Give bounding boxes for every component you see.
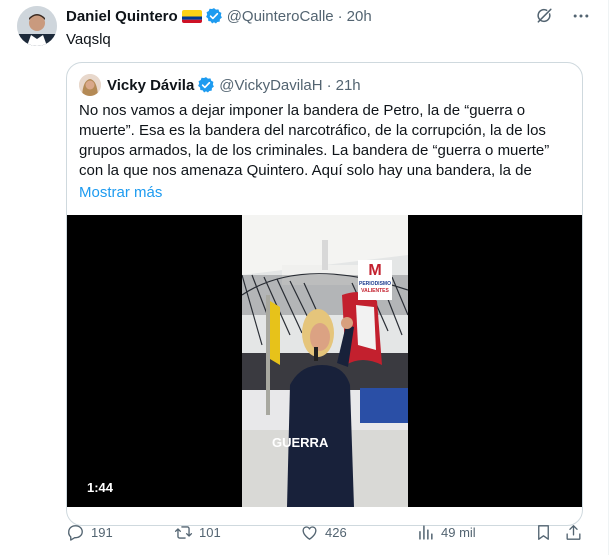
tweet[interactable]: Daniel Quintero @QuinteroCalle · 20h Vaq… xyxy=(0,0,609,555)
quote-timestamp[interactable]: 21h xyxy=(336,77,361,94)
video-duration: 1:44 xyxy=(87,480,114,495)
like-count: 426 xyxy=(325,524,347,540)
like-button[interactable]: 426 xyxy=(300,521,347,543)
author-handle[interactable]: @QuinteroCalle xyxy=(227,8,334,25)
verified-badge-icon[interactable] xyxy=(205,7,223,25)
svg-text:VALIENTES: VALIENTES xyxy=(361,288,389,294)
quote-header: Vicky Dávila @VickyDavilaH · 21h xyxy=(79,74,361,96)
retweet-icon xyxy=(174,525,193,539)
bookmark-button[interactable] xyxy=(534,521,553,543)
views-button[interactable]: 49 mil xyxy=(416,521,476,543)
quote-author-handle[interactable]: @VickyDavilaH xyxy=(219,77,322,94)
svg-text:PERIODISMO: PERIODISMO xyxy=(359,281,391,287)
quote-text: No nos vamos a dejar imponer la bandera … xyxy=(79,102,550,179)
video-thumbnail[interactable]: M PERIODISMO VALIENTES GUERRA xyxy=(242,215,408,507)
author-name[interactable]: Daniel Quintero xyxy=(66,8,178,25)
video-player[interactable]: M PERIODISMO VALIENTES GUERRA 1:44 xyxy=(67,215,582,507)
tweet-header: Daniel Quintero @QuinteroCalle · 20h xyxy=(66,6,372,26)
like-icon xyxy=(302,525,317,540)
more-icon[interactable] xyxy=(571,6,591,26)
separator-dot: · xyxy=(337,7,343,25)
author-avatar[interactable] xyxy=(17,6,57,46)
tweet-timestamp[interactable]: 20h xyxy=(347,8,372,25)
svg-text:M: M xyxy=(368,262,381,279)
reply-count: 191 xyxy=(91,524,113,540)
quoted-tweet[interactable]: Vicky Dávila @VickyDavilaH · 21h No nos … xyxy=(66,62,583,526)
retweet-button[interactable]: 101 xyxy=(174,521,221,543)
views-icon xyxy=(419,524,433,540)
separator-dot: · xyxy=(326,76,332,94)
views-count: 49 mil xyxy=(441,524,476,540)
quote-author-name[interactable]: Vicky Dávila xyxy=(107,77,194,94)
share-button[interactable] xyxy=(564,521,583,543)
share-icon xyxy=(566,524,581,540)
tweet-actions: 191 101 426 49 mil xyxy=(66,521,590,543)
quote-author-avatar xyxy=(79,74,101,96)
colombia-flag-icon xyxy=(181,9,202,23)
video-caption: GUERRA xyxy=(272,435,329,450)
retweet-count: 101 xyxy=(199,524,221,540)
verified-badge-icon[interactable] xyxy=(197,76,215,94)
reply-icon xyxy=(68,524,83,541)
grok-icon[interactable] xyxy=(535,6,555,26)
top-right-actions xyxy=(535,6,591,26)
bookmark-icon xyxy=(538,524,549,540)
reply-button[interactable]: 191 xyxy=(66,521,113,543)
tweet-text: Vaqslq xyxy=(66,31,111,48)
show-more-link[interactable]: Mostrar más xyxy=(79,184,162,201)
